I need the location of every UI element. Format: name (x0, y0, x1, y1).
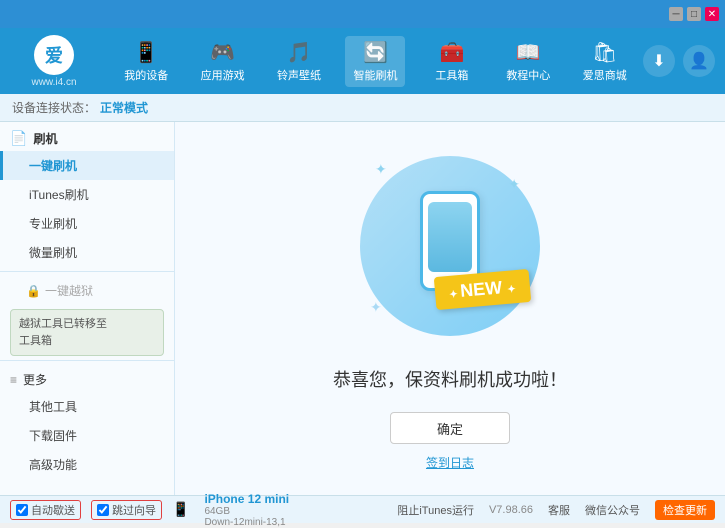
sparkle-1: ✦ (375, 161, 387, 178)
logo-text: 爱 (45, 42, 63, 68)
flash-section-label: 刷机 (33, 130, 57, 147)
skip-wizard-checkbox[interactable]: 跳过向导 (91, 500, 162, 520)
more-section-header: ≡ 更多 (0, 365, 174, 392)
daily-link[interactable]: 签到日志 (426, 454, 474, 471)
sidebar-more-items: 其他工具 下载固件 高级功能 (0, 392, 174, 479)
nav-my-device[interactable]: 📱 我的设备 (116, 36, 176, 87)
ringtone-icon: 🎵 (287, 40, 312, 65)
sidebar-item-download-firmware[interactable]: 下载固件 (0, 421, 174, 450)
mall-label: 爱思商城 (583, 67, 627, 83)
flash-section-icon: 📄 (10, 130, 27, 147)
sidebar-item-micro-flash[interactable]: 微量刷机 (0, 238, 174, 267)
update-button[interactable]: 检查更新 (655, 500, 715, 520)
sidebar-item-itunes-flash[interactable]: iTunes刷机 (0, 180, 174, 209)
auto-send-label: 自动歇送 (31, 502, 75, 518)
smart-flash-icon: 🔄 (363, 40, 388, 65)
sidebar-grayed-jailbreak: 🔒 一键越狱 (0, 276, 174, 305)
sidebar-item-advanced[interactable]: 高级功能 (0, 450, 174, 479)
sidebar-note: 越狱工具已转移至工具箱 (10, 309, 164, 356)
auto-send-checkbox[interactable]: 自动歇送 (10, 500, 81, 520)
status-label: 设备连接状态： (12, 99, 96, 116)
advanced-label: 高级功能 (29, 458, 77, 472)
logo-icon: 爱 (34, 35, 74, 75)
sidebar-note-text: 越狱工具已转移至工具箱 (19, 318, 107, 347)
bottom-left: 自动歇送 跳过向导 📱 iPhone 12 mini 64GB Down-12m… (10, 492, 397, 528)
itunes-flash-label: iTunes刷机 (29, 188, 89, 202)
logo: 爱 www.i4.cn (10, 35, 98, 88)
title-bar: ─ □ ✕ (0, 0, 725, 28)
sidebar-item-pro-flash[interactable]: 专业刷机 (0, 209, 174, 238)
status-value: 正常模式 (100, 99, 148, 116)
sparkle-3: ✦ (370, 299, 382, 316)
skip-wizard-label: 跳过向导 (112, 502, 156, 518)
content-area: ✦ ✦ ✦ NEW 恭喜您，保资料刷机成功啦！ 确定 签到日志 (175, 122, 725, 495)
mall-icon: 🛍 (592, 40, 617, 65)
lock-icon: 🔒 (26, 284, 41, 298)
more-section-icon: ≡ (10, 373, 17, 387)
sidebar-divider-1 (0, 271, 174, 272)
sidebar-item-one-click-flash[interactable]: 一键刷机 (0, 151, 174, 180)
nav-items: 📱 我的设备 🎮 应用游戏 🎵 铃声壁纸 🔄 智能刷机 🧰 工具箱 📖 教程中心… (108, 36, 643, 87)
header: 爱 www.i4.cn 📱 我的设备 🎮 应用游戏 🎵 铃声壁纸 🔄 智能刷机 … (0, 28, 725, 94)
auto-send-input[interactable] (16, 504, 28, 516)
logo-url: www.i4.cn (31, 77, 76, 88)
wechat-link[interactable]: 微信公众号 (585, 502, 640, 518)
pro-flash-label: 专业刷机 (29, 217, 77, 231)
device-storage: 64GB (204, 506, 289, 517)
app-game-icon: 🎮 (210, 40, 235, 65)
my-device-label: 我的设备 (124, 67, 168, 83)
app-game-label: 应用游戏 (201, 67, 245, 83)
nav-toolbox[interactable]: 🧰 工具箱 (422, 36, 482, 87)
title-bar-controls: ─ □ ✕ (669, 7, 719, 21)
nav-ringtone[interactable]: 🎵 铃声壁纸 (269, 36, 329, 87)
skip-wizard-input[interactable] (97, 504, 109, 516)
toolbox-icon: 🧰 (439, 40, 464, 65)
main-layout: 📄 刷机 一键刷机 iTunes刷机 专业刷机 微量刷机 🔒 一键越狱 越狱工具… (0, 122, 725, 495)
header-right: ⬇ 👤 (643, 45, 715, 77)
toolbox-label: 工具箱 (435, 67, 468, 83)
device-info: iPhone 12 mini 64GB Down-12mini-13,1 (204, 492, 289, 528)
grayed-jailbreak-label: 一键越狱 (45, 282, 93, 299)
my-device-icon: 📱 (134, 40, 159, 65)
success-illustration: ✦ ✦ ✦ NEW (350, 146, 550, 346)
tutorial-label: 教程中心 (506, 67, 550, 83)
status-bar: 设备连接状态： 正常模式 (0, 94, 725, 122)
flash-section-header: 📄 刷机 (0, 122, 174, 151)
bottom-right: 阻止iTunes运行 V7.98.66 客服 微信公众号 检查更新 (397, 500, 715, 520)
itunes-label[interactable]: 阻止iTunes运行 (397, 502, 474, 518)
more-section-label: 更多 (23, 371, 47, 388)
smart-flash-label: 智能刷机 (353, 67, 397, 83)
user-button[interactable]: 👤 (683, 45, 715, 77)
nav-app-game[interactable]: 🎮 应用游戏 (193, 36, 253, 87)
download-button[interactable]: ⬇ (643, 45, 675, 77)
close-button[interactable]: ✕ (705, 7, 719, 21)
tutorial-icon: 📖 (516, 40, 541, 65)
maximize-button[interactable]: □ (687, 7, 701, 21)
bottom-bar: 自动歇送 跳过向导 📱 iPhone 12 mini 64GB Down-12m… (0, 495, 725, 523)
ringtone-label: 铃声壁纸 (277, 67, 321, 83)
nav-tutorial[interactable]: 📖 教程中心 (498, 36, 558, 87)
micro-flash-label: 微量刷机 (29, 246, 77, 260)
sidebar: 📄 刷机 一键刷机 iTunes刷机 专业刷机 微量刷机 🔒 一键越狱 越狱工具… (0, 122, 175, 495)
other-tools-label: 其他工具 (29, 400, 77, 414)
sparkle-2: ✦ (508, 176, 520, 193)
device-name: iPhone 12 mini (204, 492, 289, 506)
illus-phone-screen (428, 202, 472, 272)
confirm-button[interactable]: 确定 (390, 412, 510, 444)
minimize-button[interactable]: ─ (669, 7, 683, 21)
version-text: V7.98.66 (489, 504, 533, 516)
success-title: 恭喜您，保资料刷机成功啦！ (333, 366, 567, 392)
sidebar-item-other-tools[interactable]: 其他工具 (0, 392, 174, 421)
nav-mall[interactable]: 🛍 爱思商城 (575, 36, 635, 87)
sidebar-divider-2 (0, 360, 174, 361)
nav-smart-flash[interactable]: 🔄 智能刷机 (345, 36, 405, 87)
one-click-flash-label: 一键刷机 (29, 159, 77, 173)
download-firmware-label: 下载固件 (29, 429, 77, 443)
service-link[interactable]: 客服 (548, 502, 570, 518)
device-system: Down-12mini-13,1 (204, 517, 289, 528)
device-phone-icon: 📱 (172, 501, 189, 518)
new-badge-text: NEW (460, 277, 504, 301)
